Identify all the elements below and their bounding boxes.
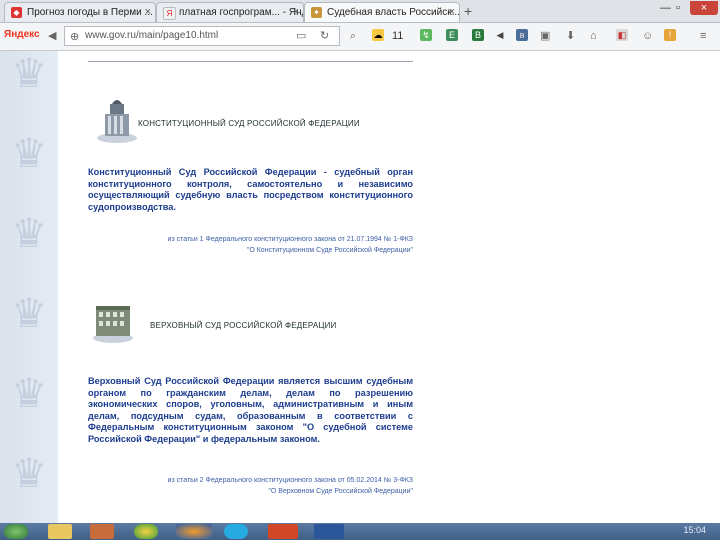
audio-icon[interactable]: ◀ — [494, 29, 506, 41]
double-headed-eagle-icon: ♛ — [11, 292, 47, 336]
yandex-brand[interactable]: Яндекс — [4, 29, 40, 40]
tab-judicial-power[interactable]: ✦ Судебная власть Российск... × — [304, 2, 460, 22]
court-description: Верховный Суд Российской Федерации являе… — [88, 376, 413, 444]
app-taskbar-icon[interactable] — [90, 524, 114, 539]
court-citation-line2: "О Конституционном Суде Российской Федер… — [246, 247, 413, 254]
top-divider — [88, 61, 413, 62]
notification-icon[interactable]: ! — [664, 29, 676, 41]
new-tab-button[interactable]: + — [464, 2, 472, 20]
taskbar-clock: 15:04 — [683, 525, 706, 535]
extension-red-icon[interactable]: ◧ — [616, 29, 628, 41]
word-taskbar-icon[interactable] — [314, 524, 344, 539]
close-icon[interactable]: × — [293, 3, 299, 22]
court-citation-line1: из статьи 2 Федерального конституционног… — [167, 477, 413, 484]
downloads-icon[interactable]: ⬇ — [566, 29, 575, 43]
bookmark-star-icon[interactable]: ☆ — [518, 29, 528, 43]
tab-yandex-search[interactable]: Я платная госпрограм... - Янд... × — [156, 2, 304, 22]
explorer-taskbar-icon[interactable] — [48, 524, 72, 539]
court-citation-line1: из статьи 1 Федерального конституционног… — [167, 236, 413, 243]
court-title: КОНСТИТУЦИОННЫЙ СУД РОССИЙСКОЙ ФЕДЕРАЦИИ — [138, 119, 360, 128]
start-button[interactable] — [4, 524, 28, 539]
menu-icon[interactable]: ≡ — [700, 29, 706, 43]
weather-temperature: 11 — [392, 30, 404, 42]
minimize-button[interactable]: — — [660, 1, 671, 15]
windows-taskbar: 15:04 — [0, 523, 720, 540]
navigation-bar: Яндекс ◀ ⊕ www.gov.ru/main/page10.html ▭… — [0, 23, 720, 51]
tab-weather[interactable]: ◆ Прогноз погоды в Перми ... × — [4, 2, 156, 22]
extension-green-icon[interactable]: ↯ — [420, 29, 432, 41]
left-decorative-strip: ♛ ♛ ♛ ♛ ♛ ♛ — [0, 51, 58, 523]
powerpoint-taskbar-icon[interactable] — [268, 524, 298, 539]
extension-e-icon[interactable]: E — [446, 29, 458, 41]
maximize-button[interactable]: ▫ — [676, 1, 680, 15]
search-icon[interactable]: ⌕ — [350, 29, 356, 43]
weather-icon[interactable]: ☁ — [372, 29, 384, 41]
double-headed-eagle-icon: ♛ — [11, 452, 47, 496]
emblem-tab-icon: ✦ — [311, 7, 322, 18]
firefox-taskbar-icon[interactable] — [176, 524, 212, 539]
tab-judicial-power-title: Судебная власть Российск... — [327, 7, 460, 18]
url-text: www.gov.ru/main/page10.html — [85, 30, 219, 41]
page-content: КОНСТИТУЦИОННЫЙ СУД РОССИЙСКОЙ ФЕДЕРАЦИИ… — [58, 51, 720, 523]
skype-taskbar-icon[interactable] — [224, 524, 248, 539]
globe-icon: ⊕ — [70, 31, 80, 43]
tab-yandex-search-title: платная госпрограм... - Янд... — [179, 7, 304, 18]
close-icon[interactable]: × — [449, 3, 455, 22]
reading-list-icon[interactable]: ▣ — [540, 29, 550, 43]
yandex-tab-icon: Я — [163, 7, 176, 20]
constitutional-court-building-icon — [97, 100, 137, 143]
court-title: ВЕРХОВНЫЙ СУД РОССИЙСКОЙ ФЕДЕРАЦИИ — [150, 321, 337, 330]
brand-label: Яндекс — [4, 29, 40, 40]
weather-tab-icon: ◆ — [11, 7, 22, 18]
double-headed-eagle-icon: ♛ — [11, 212, 47, 256]
extension-b-icon[interactable]: B — [472, 29, 484, 41]
refresh-icon[interactable]: ↻ — [320, 29, 329, 43]
back-arrow-icon[interactable]: ◀ — [48, 29, 56, 43]
double-headed-eagle-icon: ♛ — [11, 372, 47, 416]
window-close-button[interactable]: × — [690, 1, 718, 15]
home-icon[interactable]: ⌂ — [590, 29, 597, 43]
tab-weather-title: Прогноз погоды в Перми ... — [27, 7, 153, 18]
court-description: Конституционный Суд Российской Федерации… — [88, 167, 413, 212]
chat-icon[interactable]: ☺ — [642, 29, 653, 43]
close-icon[interactable]: × — [145, 3, 151, 22]
chrome-taskbar-icon[interactable] — [134, 524, 158, 539]
tab-strip: ◆ Прогноз погоды в Перми ... × Я платная… — [0, 0, 720, 23]
double-headed-eagle-icon: ♛ — [11, 52, 47, 96]
reader-mode-icon[interactable]: ▭ — [296, 29, 306, 43]
supreme-court-building-icon — [93, 306, 133, 343]
court-citation-line2: "О Верховном Суде Российской Федерации" — [268, 488, 413, 495]
double-headed-eagle-icon: ♛ — [11, 132, 47, 176]
